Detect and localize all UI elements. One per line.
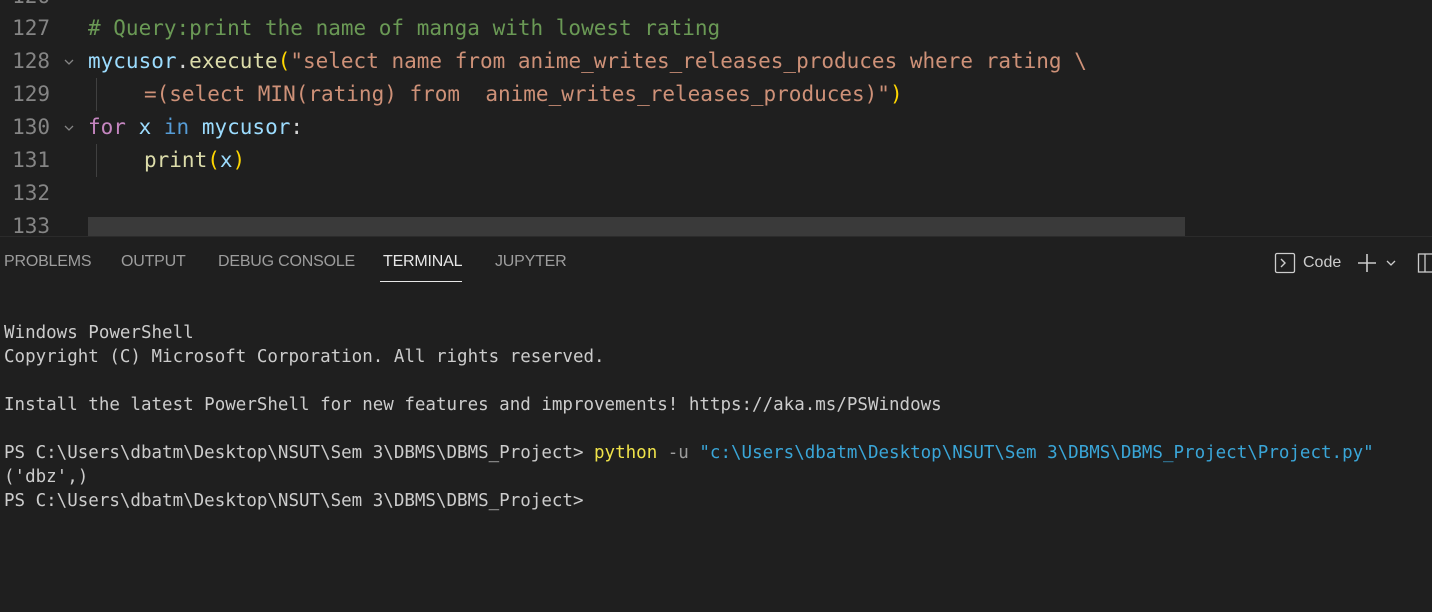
tab-problems[interactable]: PROBLEMS — [4, 253, 91, 271]
code-string: "select name from anime_writes_releases_… — [290, 49, 1087, 73]
code-keyword: for — [88, 115, 126, 139]
indent-guide — [96, 78, 97, 111]
code-paren: ) — [233, 148, 246, 172]
terminal-line: Windows PowerShell — [4, 321, 1374, 345]
code-text: =(select MIN(rating) from anime_writes_r… — [144, 78, 903, 111]
tab-output[interactable]: OUTPUT — [121, 253, 186, 271]
code-function: execute — [189, 49, 278, 73]
active-tab-indicator — [380, 281, 462, 282]
code-text: for x in mycusor: — [88, 111, 303, 144]
terminal-output[interactable]: Windows PowerShellCopyright (C) Microsof… — [4, 297, 1374, 561]
code-line: 129 =(select MIN(rating) from anime_writ… — [0, 78, 1432, 111]
code-variable: x — [139, 115, 152, 139]
code-line: 132 — [0, 177, 1432, 210]
indent-guide — [96, 144, 97, 177]
terminal-prompt: PS C:\Users\dbatm\Desktop\NSUT\Sem 3\DBM… — [4, 443, 594, 463]
panel-tabs: PROBLEMS OUTPUT DEBUG CONSOLE TERMINAL J… — [0, 237, 1432, 285]
line-number: 127 — [0, 12, 50, 45]
terminal-profile-label: Code — [1303, 254, 1341, 272]
horizontal-scrollbar[interactable] — [88, 217, 1185, 236]
chevron-down-icon[interactable] — [62, 45, 76, 78]
code-paren: ( — [278, 49, 291, 73]
line-number: 133 — [0, 210, 50, 236]
terminal-icon — [1274, 252, 1296, 274]
code-comment: # Query:print the name of manga with low… — [88, 12, 720, 45]
code-text: mycusor.execute("select name from anime_… — [88, 45, 1087, 78]
bottom-panel: PROBLEMS OUTPUT DEBUG CONSOLE TERMINAL J… — [0, 236, 1432, 612]
terminal-command: python — [594, 443, 657, 463]
line-number: 128 — [0, 45, 50, 78]
code-line: 131 print(x) — [0, 144, 1432, 177]
terminal-flag: -u — [657, 443, 699, 463]
tab-debug-console[interactable]: DEBUG CONSOLE — [218, 253, 355, 271]
code-text: print(x) — [144, 144, 245, 177]
code-keyword: in — [164, 115, 189, 139]
terminal-prompt: PS C:\Users\dbatm\Desktop\NSUT\Sem 3\DBM… — [4, 489, 1374, 513]
code-string: =(select MIN(rating) from anime_writes_r… — [144, 82, 890, 106]
terminal-line: Install the latest PowerShell for new fe… — [4, 393, 1374, 417]
code-variable: x — [220, 148, 233, 172]
tab-terminal[interactable]: TERMINAL — [383, 253, 462, 271]
code-variable: mycusor — [202, 115, 291, 139]
terminal-line — [4, 417, 1374, 441]
code-dot: . — [177, 49, 190, 73]
line-number: 131 — [0, 144, 50, 177]
line-number: 130 — [0, 111, 50, 144]
code-line: 130 for x in mycusor: — [0, 111, 1432, 144]
split-terminal-button[interactable] — [1417, 251, 1432, 275]
plus-icon — [1356, 252, 1378, 274]
code-colon: : — [290, 115, 303, 139]
terminal-profile-button[interactable]: Code — [1274, 251, 1341, 275]
terminal-command-line: PS C:\Users\dbatm\Desktop\NSUT\Sem 3\DBM… — [4, 441, 1374, 465]
split-icon — [1417, 252, 1432, 274]
code-function: print — [144, 148, 207, 172]
code-variable: mycusor — [88, 49, 177, 73]
code-paren: ) — [890, 82, 903, 106]
code-line: 128 mycusor.execute("select name from an… — [0, 45, 1432, 78]
tab-jupyter[interactable]: JUPYTER — [495, 253, 567, 271]
line-number: 129 — [0, 78, 50, 111]
terminal-dropdown-button[interactable] — [1384, 251, 1398, 275]
terminal-line: Copyright (C) Microsoft Corporation. All… — [4, 345, 1374, 369]
new-terminal-button[interactable] — [1356, 251, 1378, 275]
chevron-down-icon[interactable] — [62, 111, 76, 144]
terminal-line: ('dbz',) — [4, 465, 1374, 489]
code-line: 127 # Query:print the name of manga with… — [0, 12, 1432, 45]
terminal-path: "c:\Users\dbatm\Desktop\NSUT\Sem 3\DBMS\… — [699, 443, 1373, 463]
code-paren: ( — [207, 148, 220, 172]
line-number: 132 — [0, 177, 50, 210]
terminal-line — [4, 369, 1374, 393]
chevron-down-icon — [1384, 256, 1398, 270]
code-editor[interactable]: 126 127 # Query:print the name of manga … — [0, 0, 1432, 236]
